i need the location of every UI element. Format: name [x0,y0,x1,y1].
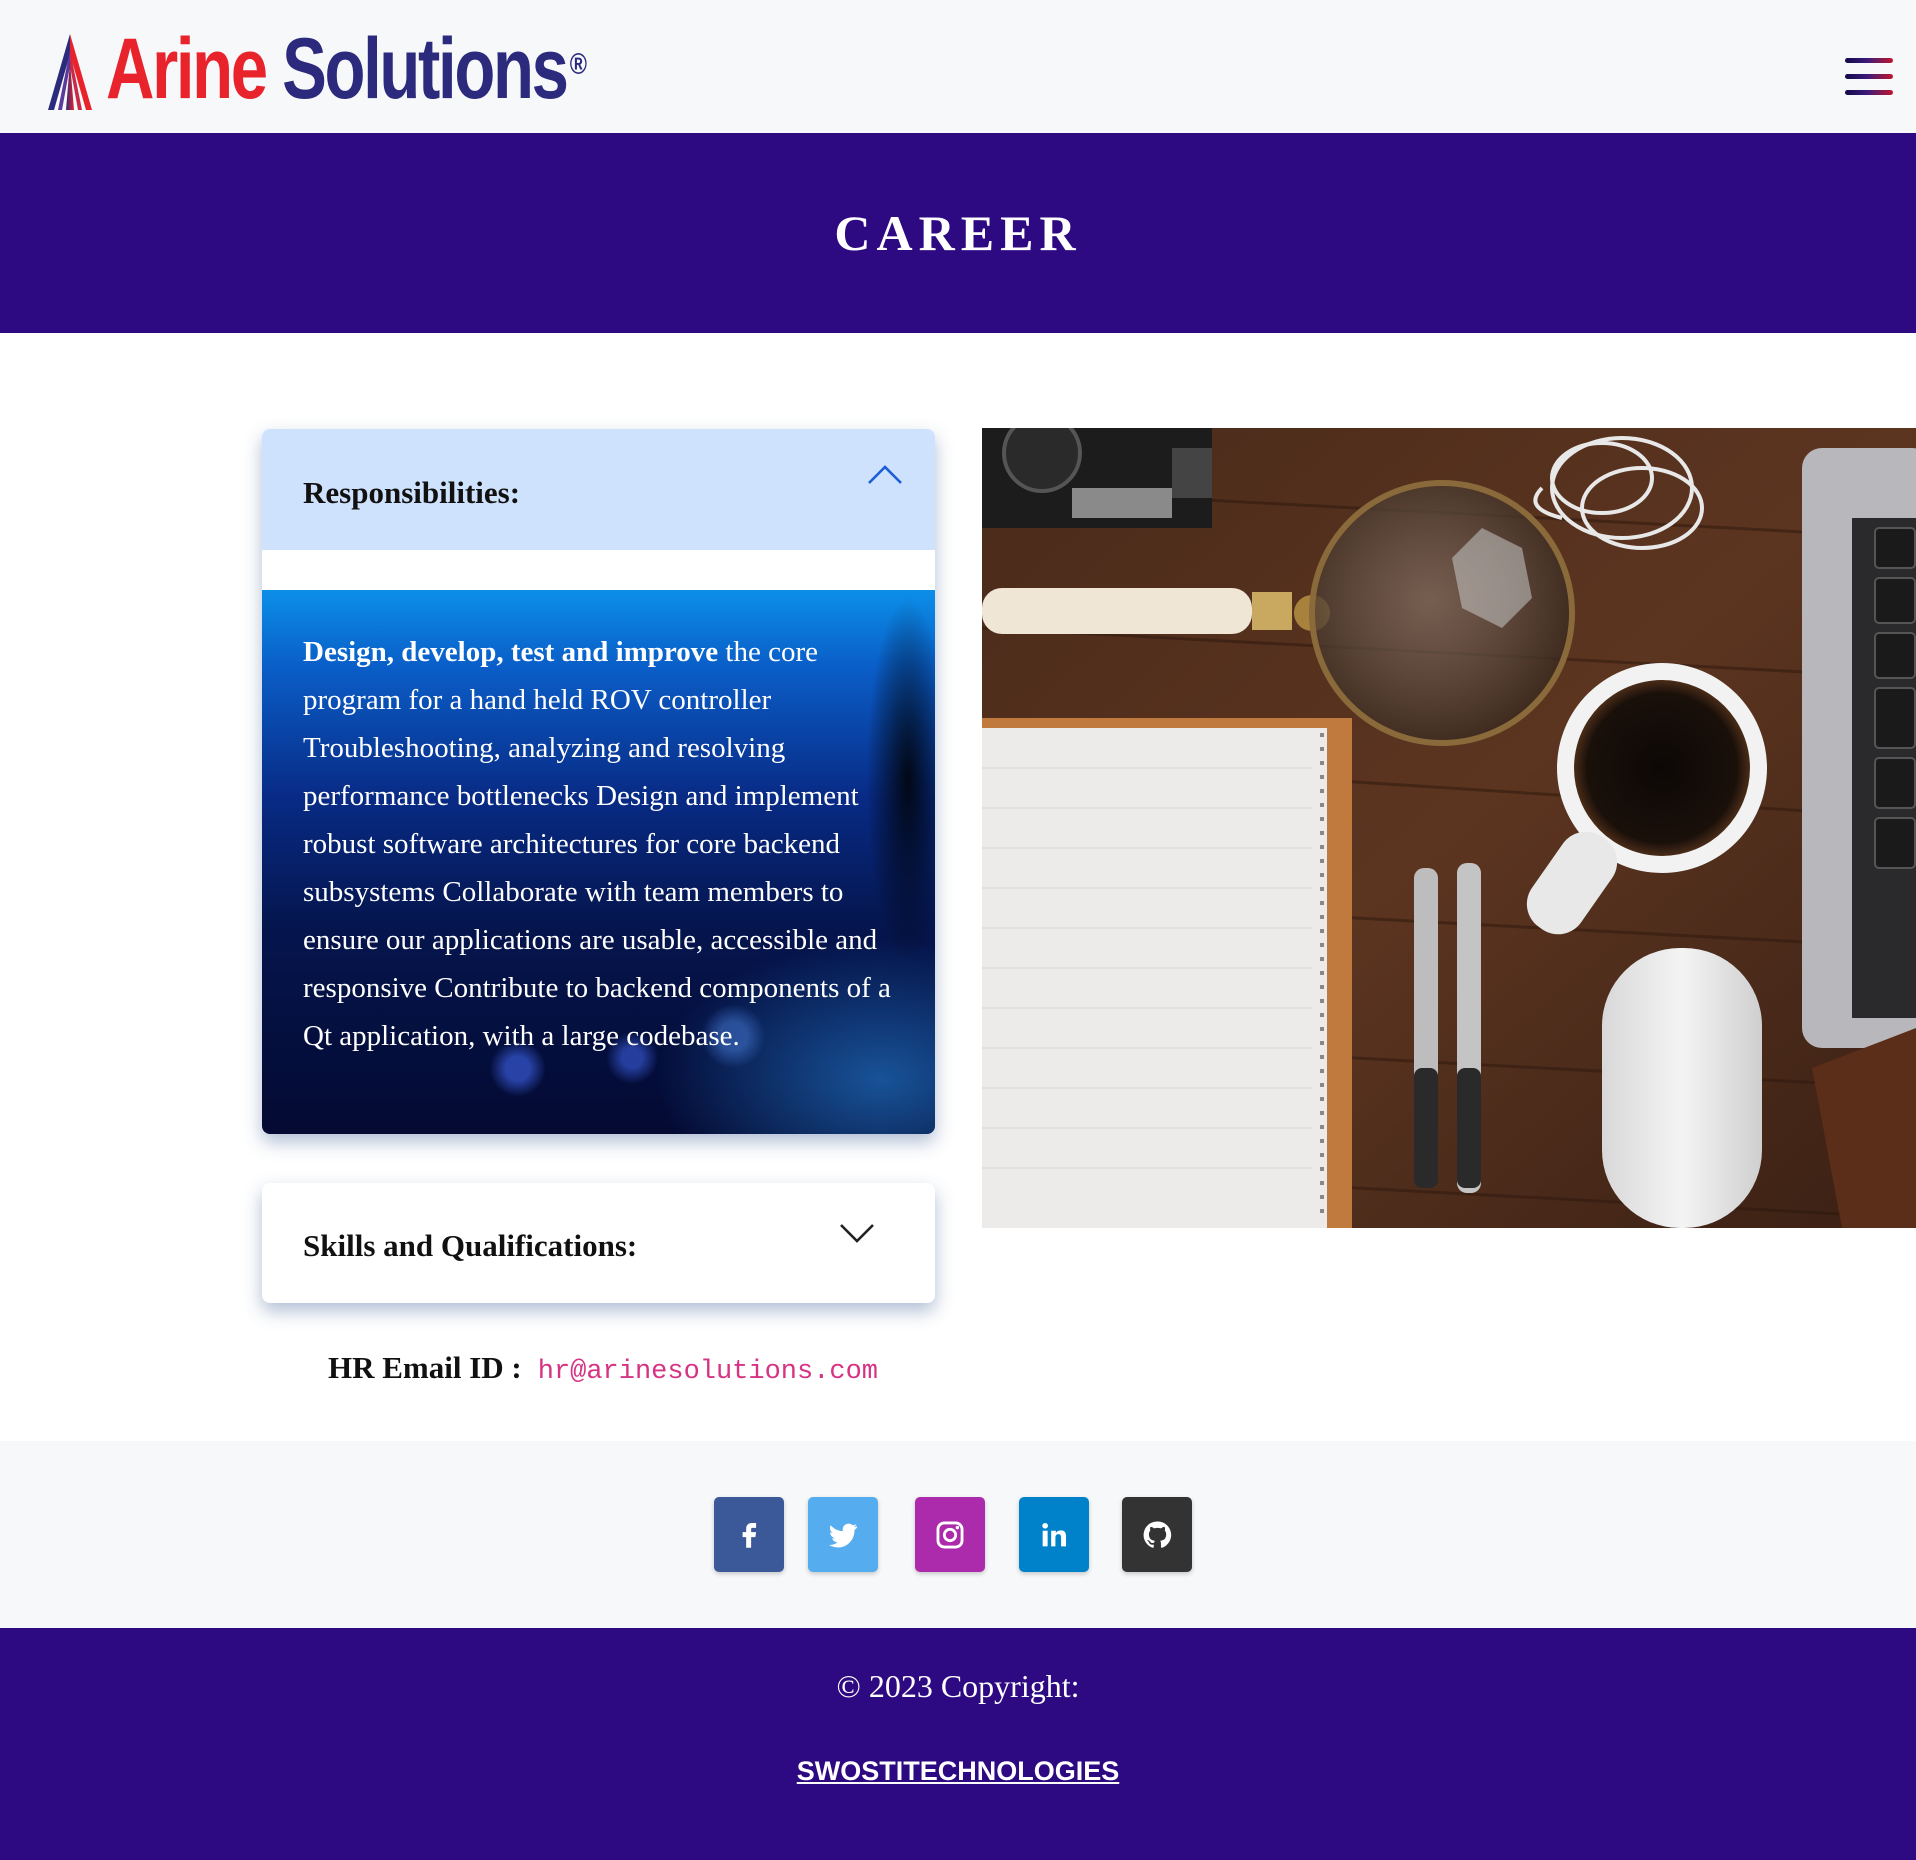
linkedin-icon [1042,1522,1067,1546]
accordion-header-responsibilities[interactable]: Responsibilities: [262,429,935,550]
accordion-title: Responsibilities: [303,474,521,510]
responsibilities-rest: the core program for a hand held ROV con… [303,636,891,1052]
facebook-icon [742,1522,757,1548]
copyright-footer: © 2023 Copyright: SWOSTITECHNOLOGIES [0,1628,1916,1860]
top-navbar: Arine Solutions ® [0,0,1916,133]
desk-photo [982,428,1916,1228]
github-icon [1143,1521,1172,1548]
registered-mark: ® [569,48,587,81]
desk-illustration [982,428,1916,1228]
facebook-button[interactable] [714,1497,784,1572]
hr-email-row: HR Email ID : hr@arinesolutions.com [328,1350,878,1387]
accordion-header-skills[interactable]: Skills and Qualifications: [262,1183,935,1303]
social-footer [0,1441,1916,1628]
chevron-up-icon [868,465,902,484]
twitter-button[interactable] [808,1497,878,1572]
twitter-icon [828,1523,858,1547]
accordion-responsibilities: Responsibilities: Design, develop, test … [262,429,935,1134]
accordion-body-responsibilities: Design, develop, test and improve the co… [262,590,935,1134]
company-link[interactable]: SWOSTITECHNOLOGIES [0,1756,1916,1787]
page-banner: CAREER [0,133,1916,333]
accordion-title: Skills and Qualifications: [303,1228,638,1263]
hr-email-value[interactable]: hr@arinesolutions.com [538,1357,878,1387]
instagram-button[interactable] [915,1497,985,1572]
hamburger-menu-icon[interactable] [1845,58,1893,106]
page-title: CAREER [834,205,1082,261]
hr-email-label: HR Email ID : [328,1350,522,1385]
instagram-icon [936,1521,964,1548]
responsibilities-bold: Design, develop, test and improve [303,636,719,668]
arine-logo-icon [48,34,92,110]
brand-logo[interactable]: Arine Solutions ® [44,22,723,112]
brand-solutions: Solutions [282,21,569,117]
responsibilities-text: Design, develop, test and improve the co… [303,628,894,1060]
copyright-text: © 2023 Copyright: [836,1668,1080,1704]
chevron-down-icon [840,1224,874,1243]
github-button[interactable] [1122,1497,1192,1572]
brand-name: Arine Solutions ® [106,26,587,112]
accordion-skills: Skills and Qualifications: [262,1183,935,1303]
linkedin-button[interactable] [1019,1497,1089,1572]
brand-arine: Arine [106,21,268,117]
